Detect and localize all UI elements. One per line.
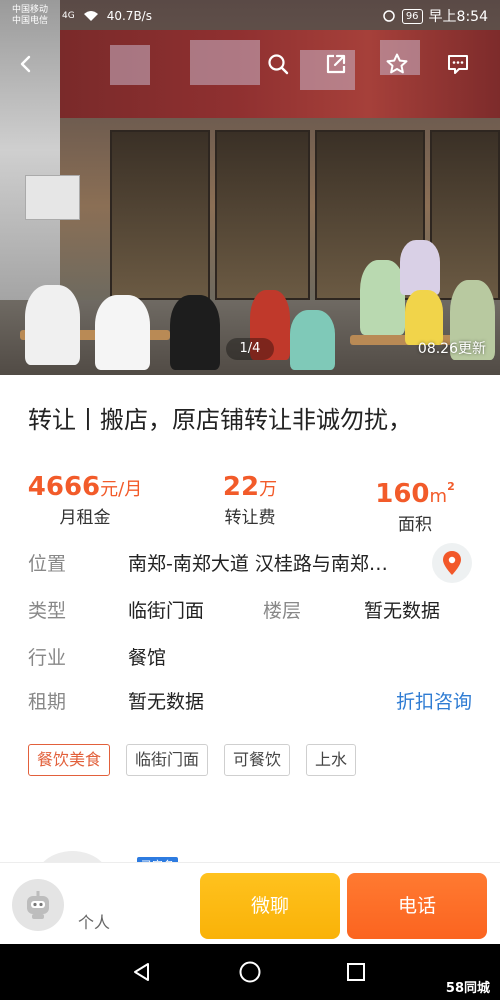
sys-home-icon bbox=[239, 961, 261, 983]
back-icon bbox=[20, 55, 31, 73]
status-bar: 中国移动 中国电信 4G 40.7B/s 96 早上8:54 bbox=[0, 0, 500, 32]
search-icon bbox=[268, 54, 289, 75]
star-icon bbox=[386, 53, 408, 74]
stat-transfer-fee-value: 22万 bbox=[165, 470, 335, 507]
stat-rent-unit: 元/月 bbox=[100, 479, 143, 500]
wifi-icon bbox=[83, 11, 98, 21]
stat-rent-value: 4666元/月 bbox=[0, 470, 170, 507]
share-icon bbox=[326, 54, 346, 74]
stat-area-unit: m bbox=[429, 486, 448, 507]
stat-transfer-fee: 22万 转让费 bbox=[165, 470, 335, 529]
map-button[interactable] bbox=[432, 543, 472, 583]
stat-area-value: 160m2 bbox=[330, 470, 500, 514]
clock: 早上8:54 bbox=[428, 9, 488, 25]
stat-transfer-fee-unit: 万 bbox=[259, 479, 278, 500]
lease-value: 暂无数据 bbox=[128, 691, 205, 713]
status-right: 96 早上8:54 bbox=[382, 6, 488, 26]
floor-value: 暂无数据 bbox=[364, 600, 441, 622]
type-label: 类型 bbox=[28, 600, 67, 622]
bottom-action-bar: 个人 微聊 电话 bbox=[0, 862, 500, 944]
net-type: 4G bbox=[62, 11, 75, 21]
tag-item: 餐饮美食 bbox=[28, 744, 111, 776]
stat-area: 160m2 面积 bbox=[330, 470, 500, 536]
message-button[interactable] bbox=[442, 48, 474, 80]
photo-person bbox=[400, 240, 440, 295]
network-info: 4G 40.7B/s bbox=[62, 9, 152, 23]
stat-area-number: 160 bbox=[375, 479, 430, 509]
photo-person bbox=[170, 295, 220, 370]
photo-person bbox=[360, 260, 405, 335]
top-nav bbox=[0, 48, 500, 80]
sys-home-button[interactable] bbox=[232, 954, 268, 990]
photo-person bbox=[405, 290, 443, 345]
carrier-2: 中国电信 bbox=[12, 16, 49, 26]
stat-transfer-fee-number: 22 bbox=[222, 472, 260, 502]
info-row-lease: 租期 暂无数据 折扣咨询 bbox=[28, 687, 478, 717]
info-row-industry: 行业 餐馆 bbox=[28, 643, 478, 673]
photo-person bbox=[25, 285, 80, 365]
tag-list: 餐饮美食 临街门面 可餐饮 上水 bbox=[28, 744, 357, 776]
stat-rent: 4666元/月 月租金 bbox=[0, 470, 170, 529]
stat-rent-label: 月租金 bbox=[59, 508, 111, 528]
carrier-info: 中国移动 中国电信 bbox=[12, 5, 48, 27]
floor-label: 楼层 bbox=[263, 600, 302, 622]
location-value[interactable]: 南郑-南郑大道 汉桂路与南郑… bbox=[128, 549, 428, 579]
personal-label: 个人 bbox=[78, 913, 111, 932]
tag-item: 上水 bbox=[306, 744, 357, 776]
tag-item: 可餐饮 bbox=[224, 744, 291, 776]
key-stats: 4666元/月 月租金 22万 转让费 160m2 面积 bbox=[0, 470, 500, 535]
photo-air-conditioner bbox=[25, 175, 80, 220]
photo-window bbox=[430, 130, 500, 300]
lease-label: 租期 bbox=[28, 691, 67, 713]
map-pin-icon bbox=[443, 551, 461, 575]
message-icon bbox=[448, 55, 468, 74]
photo-person bbox=[95, 295, 150, 370]
discount-consult-link[interactable]: 折扣咨询 bbox=[396, 687, 472, 717]
info-row-location: 位置 南郑-南郑大道 汉桂路与南郑… bbox=[28, 543, 478, 583]
robot-avatar-icon bbox=[27, 891, 49, 919]
call-button[interactable]: 电话 bbox=[347, 873, 487, 939]
photo-window bbox=[215, 130, 310, 300]
tag-item: 临街门面 bbox=[126, 744, 209, 776]
net-speed: 40.7B/s bbox=[106, 9, 152, 23]
stat-rent-number: 4666 bbox=[27, 472, 101, 502]
watermark-logo: 58同城 bbox=[445, 981, 490, 996]
update-date: 08.26更新 bbox=[417, 341, 486, 357]
sys-back-button[interactable] bbox=[124, 954, 160, 990]
personal-avatar bbox=[12, 879, 64, 931]
stat-transfer-fee-label: 转让费 bbox=[224, 508, 276, 528]
alarm-icon bbox=[383, 10, 395, 22]
sys-recent-icon bbox=[347, 963, 365, 981]
location-label: 位置 bbox=[28, 553, 67, 575]
industry-label: 行业 bbox=[28, 647, 67, 669]
listing-title: 转让丨搬店，原店铺转让非诚勿扰， bbox=[28, 406, 412, 434]
stat-area-sup: 2 bbox=[447, 480, 455, 493]
info-row-type-floor: 类型 临街门面 楼层 暂无数据 bbox=[28, 596, 478, 626]
photo-counter: 1/4 bbox=[226, 338, 274, 360]
photo-window bbox=[110, 130, 210, 300]
carrier-1: 中国移动 bbox=[12, 5, 49, 15]
stat-area-label: 面积 bbox=[398, 515, 432, 535]
battery-level: 96 bbox=[401, 8, 423, 24]
industry-value: 餐馆 bbox=[128, 647, 167, 669]
favorite-button[interactable] bbox=[381, 48, 413, 80]
chat-button[interactable]: 微聊 bbox=[200, 873, 340, 939]
sys-back-icon bbox=[134, 963, 149, 981]
search-button[interactable] bbox=[262, 48, 294, 80]
share-button[interactable] bbox=[320, 48, 352, 80]
sys-recent-button[interactable] bbox=[338, 954, 374, 990]
personal-profile[interactable]: 个人 bbox=[12, 873, 192, 943]
type-value: 临街门面 bbox=[128, 600, 205, 622]
system-nav-bar: 58同城 bbox=[0, 944, 500, 1000]
photo-person bbox=[290, 310, 335, 370]
back-button[interactable] bbox=[10, 48, 42, 80]
